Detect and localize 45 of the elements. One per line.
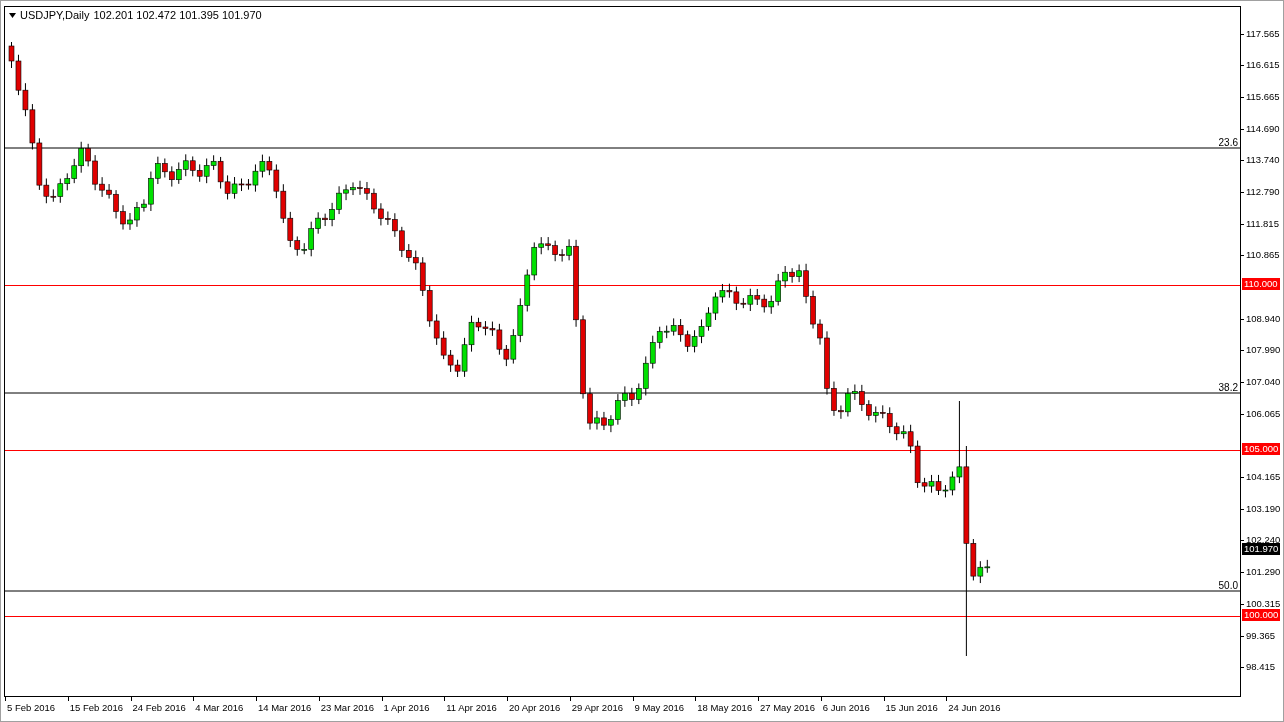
date-tick-label: 15 Feb 2016 [69,702,124,714]
price-tick-label: 103.190 [1246,503,1281,516]
price-tick-label: 117.565 [1246,28,1280,40]
price-tick-label: 111.815 [1246,218,1279,231]
price-tick-label: 100.315 [1246,598,1281,611]
date-tick-label: 15 Jun 2016 [885,702,938,714]
price-tick-label: 106.065 [1246,408,1281,421]
price-tick-label: 116.615 [1246,59,1280,72]
fibonacci-level-label: 50.0 [1218,580,1238,591]
date-tick-label: 23 Mar 2016 [320,702,375,714]
fibonacci-level-label: 23.6 [1218,137,1238,148]
date-tick-label: 4 Mar 2016 [195,702,244,714]
date-tick-label: 6 Jun 2016 [822,702,870,714]
price-level-tag: 110.000 [1242,278,1280,290]
date-tick-label: 9 May 2016 [634,702,685,714]
price-tick-label: 101.290 [1246,565,1281,578]
date-tick-label: 5 Feb 2016 [7,702,56,714]
price-level-tag: 100.000 [1242,608,1281,621]
date-tick-label: 18 May 2016 [697,702,753,714]
price-tick-label: 114.690 [1246,123,1280,135]
price-tick-label: 99.365 [1246,629,1276,642]
price-tick-label: 112.790 [1246,185,1280,198]
price-tick-label: 107.990 [1246,344,1281,357]
date-tick-label: 27 May 2016 [760,702,815,714]
price-level-tag: 105.000 [1242,443,1281,456]
price-tick-label: 107.040 [1246,375,1281,388]
price-tick-label: 104.165 [1246,470,1281,483]
date-tick-label: 24 Jun 2016 [948,702,1001,714]
price-tick-label: 102.240 [1246,534,1281,546]
ohlc-values: 102.201 102.472 101.395 101.970 [93,9,262,21]
date-tick-label: 24 Feb 2016 [132,702,186,714]
fibonacci-level-label: 38.2 [1218,382,1238,393]
date-tick-label: 20 Apr 2016 [509,702,561,714]
date-tick-label: 1 Apr 2016 [383,702,430,714]
price-tick-label: 113.740 [1246,154,1280,167]
symbol-timeframe: USDJPY,Daily [20,9,90,21]
date-tick-label: 14 Mar 2016 [258,702,312,714]
current-price-tag: 101.970 [1242,543,1281,556]
price-tick-label: 115.665 [1246,90,1280,103]
price-tick-label: 110.865 [1246,249,1280,262]
date-tick-label: 11 Apr 2016 [446,702,497,714]
date-tick-label: 29 Apr 2016 [571,702,623,714]
price-tick-label: 98.415 [1246,660,1276,673]
price-tick-label: 108.940 [1246,313,1281,326]
dropdown-triangle-icon[interactable] [9,12,16,18]
